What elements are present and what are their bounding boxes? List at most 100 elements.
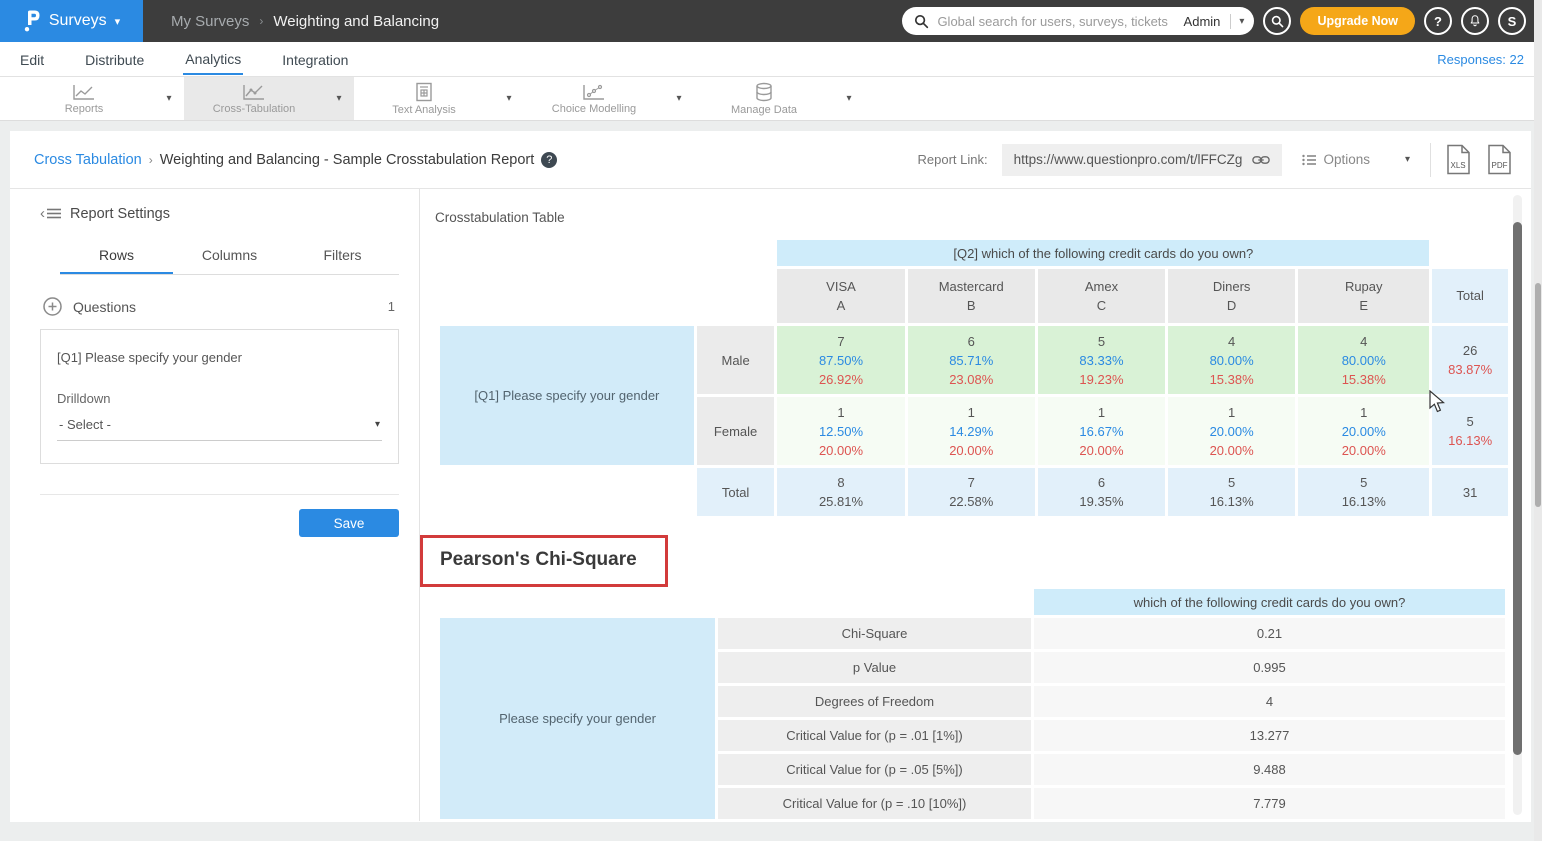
breadcrumb-my-surveys[interactable]: My Surveys [171,13,249,30]
database-icon [754,82,774,102]
chi-square-table: which of the following credit cards do y… [437,586,1508,822]
nav-analytics[interactable]: Analytics [183,43,243,75]
nav-distribute[interactable]: Distribute [83,44,146,74]
report-help-icon[interactable]: ? [541,152,557,168]
reports-dropdown[interactable]: ▾ [154,77,184,120]
text-analysis-dropdown[interactable]: ▾ [494,77,524,120]
report-title: Weighting and Balancing - Sample Crossta… [160,152,535,168]
questionpro-logo-icon [23,9,41,33]
collapse-panel-icon[interactable]: ‹ [40,205,61,222]
search-scope-chevron-icon[interactable]: ▾ [1231,16,1244,27]
cell-grand-total: 31 [1432,468,1508,516]
global-search[interactable]: Admin ▾ [902,7,1254,35]
line-chart-icon [72,83,96,101]
chi-value: 7.779 [1034,788,1505,819]
document-grid-icon [414,82,434,102]
help-button[interactable]: ? [1424,7,1452,35]
search-button[interactable] [1263,7,1291,35]
nav-integration[interactable]: Integration [280,44,350,74]
content-area: ‹ Report Settings Rows Columns Filters [10,189,1531,821]
row-group-header: [Q1] Please specify your gender [440,326,694,465]
cell-male-visa: 787.50%26.92% [777,326,904,394]
nav-edit[interactable]: Edit [18,44,46,74]
cell-total-mastercard: 722.58% [908,468,1035,516]
question-card: [Q1] Please specify your gender Drilldow… [40,329,399,464]
trend-chart-icon [242,83,266,101]
manage-data-button[interactable]: Manage Data [694,77,834,120]
manage-data-label: Manage Data [731,104,797,116]
choice-modelling-dropdown[interactable]: ▾ [664,77,694,120]
cross-tabulation-button[interactable]: Cross-Tabulation [184,77,324,120]
crosstab-table: [Q2] which of the following credit cards… [437,237,1511,519]
product-switcher[interactable]: Surveys ▾ [0,0,143,42]
notifications-button[interactable] [1461,7,1489,35]
chi-label: Critical Value for (p = .01 [1%]) [718,720,1031,751]
column-header-mastercard: MastercardB [908,269,1035,323]
toolbar-cross-tabulation: Cross-Tabulation ▾ [184,77,354,120]
toolbar-text-analysis: Text Analysis ▾ [354,77,524,120]
manage-data-dropdown[interactable]: ▾ [834,77,864,120]
cell-female-amex: 116.67%20.00% [1038,397,1165,465]
cross-tabulation-link[interactable]: Cross Tabulation [34,152,142,168]
cross-tabulation-dropdown[interactable]: ▾ [324,77,354,120]
chi-row-group-header: Please specify your gender [440,618,715,819]
crosstab-column-group-header: [Q2] which of the following credit cards… [777,240,1429,266]
inner-scrollbar-thumb[interactable] [1513,222,1522,755]
search-icon [914,14,929,29]
text-analysis-button[interactable]: Text Analysis [354,77,494,120]
account-avatar[interactable]: S [1498,7,1526,35]
tab-filters[interactable]: Filters [286,239,399,274]
pearson-annotation-box: Pearson's Chi-Square [420,535,668,587]
export-xls-button[interactable]: XLS [1445,144,1472,175]
toolbar-choice-modelling: Choice Modelling ▾ [524,77,694,120]
page-scrollbar-thumb[interactable] [1535,283,1541,507]
chi-label: Degrees of Freedom [718,686,1031,717]
bell-icon [1468,14,1482,28]
save-button[interactable]: Save [299,509,399,537]
responses-count[interactable]: Responses: 22 [1437,52,1524,67]
breadcrumb-separator-icon: › [149,153,153,167]
tab-rows[interactable]: Rows [60,239,173,274]
reports-button[interactable]: Reports [14,77,154,120]
add-question-icon[interactable] [43,297,62,316]
choice-modelling-label: Choice Modelling [552,103,636,115]
report-header: Cross Tabulation › Weighting and Balanci… [10,131,1531,189]
cell-male-total: 2683.87% [1432,326,1508,394]
options-label: Options [1323,152,1370,167]
cell-male-amex: 583.33%19.23% [1038,326,1165,394]
scatter-chart-icon [582,83,606,101]
toolbar-reports: Reports ▾ [14,77,184,120]
choice-modelling-button[interactable]: Choice Modelling [524,77,664,120]
window-breadcrumb: My Surveys › Weighting and Balancing [171,13,439,30]
chi-label: Chi-Square [718,618,1031,649]
cell-female-diners: 120.00%20.00% [1168,397,1295,465]
report-link-field[interactable]: https://www.questionpro.com/t/lFFCZg [1002,144,1283,176]
cell-total-rupay: 516.13% [1298,468,1429,516]
cell-female-visa: 112.50%20.00% [777,397,904,465]
report-actions: Report Link: https://www.questionpro.com… [918,143,1513,177]
link-icon[interactable] [1252,154,1270,166]
divider [40,494,399,495]
column-header-amex: AmexC [1038,269,1165,323]
search-icon [1271,15,1284,28]
tab-columns[interactable]: Columns [173,239,286,274]
cell-male-rupay: 480.00%15.38% [1298,326,1429,394]
questions-count: 1 [388,299,399,314]
questions-label: Questions [73,299,136,315]
upgrade-now-button[interactable]: Upgrade Now [1300,7,1415,35]
app-screen: Surveys ▾ My Surveys › Weighting and Bal… [0,0,1542,841]
chi-value: 13.277 [1034,720,1505,751]
export-pdf-button[interactable]: PDF [1486,144,1513,175]
chi-label: Critical Value for (p = .10 [10%]) [718,788,1031,819]
analytics-toolbar: Reports ▾ Cross-Tabulation ▾ [0,77,1542,121]
options-menu[interactable]: Options ▾ [1296,152,1416,167]
search-scope-label[interactable]: Admin [1176,14,1232,29]
report-settings-panel: ‹ Report Settings Rows Columns Filters [10,189,420,821]
report-link-url[interactable]: https://www.questionpro.com/t/lFFCZg [1014,152,1243,167]
global-search-input[interactable] [937,14,1175,29]
chi-label: Critical Value for (p = .05 [5%]) [718,754,1031,785]
column-header-diners: DinersD [1168,269,1295,323]
drilldown-select[interactable]: - Select - ▾ [57,408,382,441]
top-bar: Surveys ▾ My Surveys › Weighting and Bal… [0,0,1542,42]
cell-male-mastercard: 685.71%23.08% [908,326,1035,394]
